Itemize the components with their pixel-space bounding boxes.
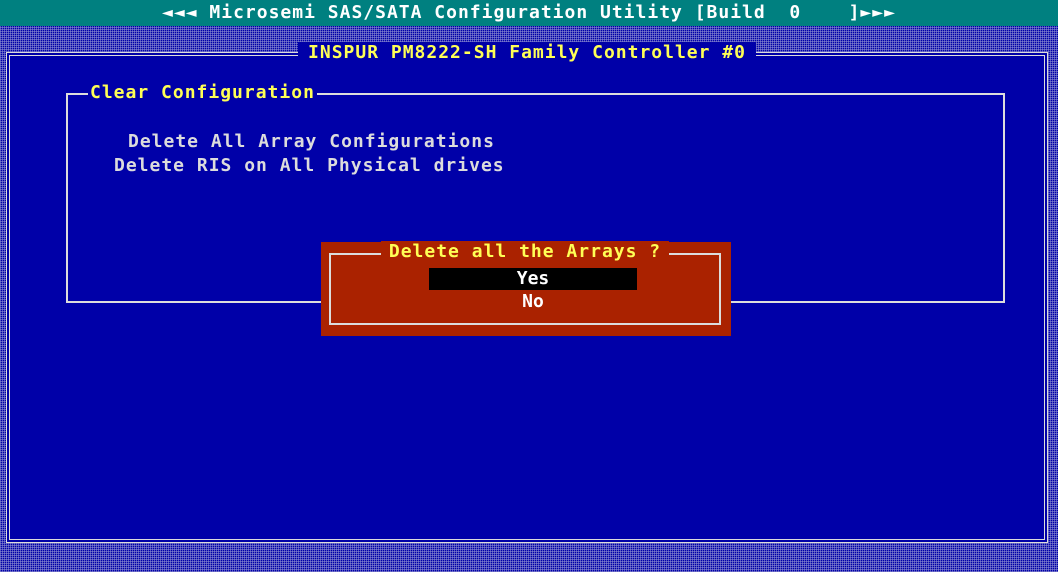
yes-option[interactable]: Yes	[429, 268, 637, 290]
confirm-dialog-title: Delete all the Arrays ?	[380, 241, 670, 262]
no-option[interactable]: No	[429, 291, 637, 313]
confirm-dialog-title-wrap: Delete all the Arrays ?	[331, 241, 719, 262]
controller-window-title-wrap: INSPUR PM8222-SH Family Controller #0	[10, 42, 1044, 63]
confirm-dialog: Delete all the Arrays ? Yes No	[321, 241, 731, 336]
controller-window-title: INSPUR PM8222-SH Family Controller #0	[298, 42, 756, 63]
confirm-dialog-frame: Delete all the Arrays ? Yes No	[329, 241, 721, 325]
menu-item-delete-ris[interactable]: Delete RIS on All Physical drives	[114, 155, 505, 176]
utility-title-bar: ◄◄◄ Microsemi SAS/SATA Configuration Uti…	[0, 0, 1058, 26]
clear-configuration-title: Clear Configuration	[88, 82, 317, 103]
menu-item-delete-all-arrays[interactable]: Delete All Array Configurations	[128, 131, 495, 152]
